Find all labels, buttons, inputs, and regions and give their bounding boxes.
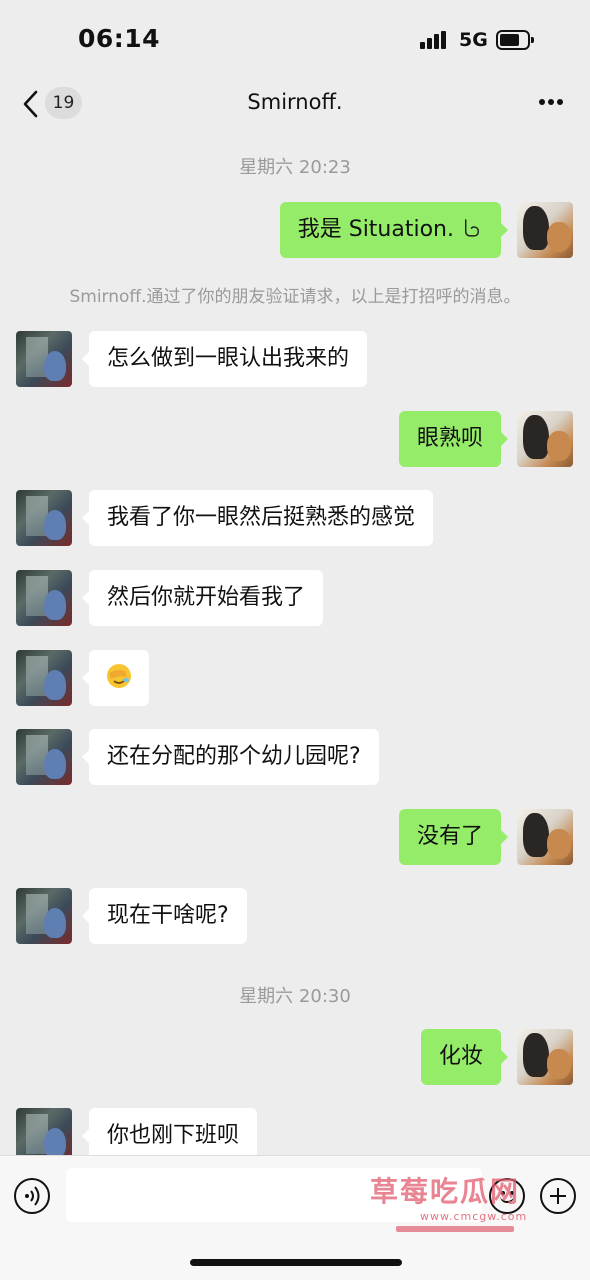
contact-avatar[interactable] [16, 570, 72, 626]
message-bubble-outgoing[interactable]: 没有了 [398, 809, 509, 865]
network-type: 5G [459, 29, 488, 51]
message-bubble-outgoing[interactable]: 化妆 [420, 1029, 509, 1085]
voice-icon [25, 1186, 40, 1206]
message-text: 没有了 [416, 824, 483, 849]
message-bubble-outgoing[interactable]: 我是 Situation. [279, 202, 509, 258]
contact-avatar[interactable] [16, 888, 72, 944]
hand-gesture-icon [465, 219, 479, 237]
message-bubble-outgoing[interactable]: 眼熟呗 [398, 411, 509, 467]
message-text: 眼熟呗 [416, 426, 483, 451]
message-bubble-incoming[interactable]: 我看了你一眼然后挺熟悉的感觉 [81, 490, 434, 546]
watermark-subtext: www.cmcgw.com [420, 1210, 528, 1223]
battery-icon [496, 30, 534, 50]
message-bubble-incoming[interactable] [82, 650, 149, 706]
message-text: 怎么做到一眼认出我来的 [107, 346, 350, 371]
facepalm-emoji-icon [107, 664, 131, 688]
message-bubble-incoming[interactable]: 现在干啥呢? [82, 888, 247, 944]
status-bar: 06:14 5G [0, 0, 590, 80]
contact-avatar[interactable] [16, 490, 72, 546]
message-bubble-incoming[interactable]: 然后你就开始看我了 [81, 570, 324, 626]
message-text: 你也刚下班呗 [107, 1123, 240, 1148]
message-bubble-incoming[interactable]: 怎么做到一眼认出我来的 [81, 331, 368, 387]
my-avatar[interactable] [517, 1029, 573, 1085]
message-text: 现在干啥呢? [107, 903, 229, 928]
message-text: 我看了你一眼然后挺熟悉的感觉 [107, 505, 416, 530]
chat-header: 19 Smirnoff. [0, 80, 590, 130]
chat-title: Smirnoff. [247, 90, 343, 114]
message-text: 还在分配的那个幼儿园呢? [107, 744, 361, 769]
more-options-icon[interactable] [536, 99, 566, 107]
my-avatar[interactable] [517, 809, 573, 865]
timestamp: 星期六 20:30 [239, 986, 351, 1007]
message-bubble-incoming[interactable]: 你也刚下班呗 [81, 1108, 258, 1155]
message-text: 化妆 [438, 1044, 483, 1069]
message-text: 然后你就开始看我了 [107, 585, 306, 610]
message-text: 我是 Situation. [297, 217, 454, 242]
my-avatar[interactable] [517, 202, 573, 258]
chat-area[interactable]: 星期六 20:23 我是 Situation. Smirnoff.通过了你的朋友… [0, 140, 590, 1155]
watermark: 草莓吃瓜网 www.cmcgw.com [360, 1170, 585, 1232]
contact-avatar[interactable] [16, 650, 72, 706]
system-message: Smirnoff.通过了你的朋友验证请求，以上是打招呼的消息。 [69, 287, 521, 307]
signal-icon [420, 31, 450, 49]
contact-avatar[interactable] [16, 331, 72, 387]
home-indicator [190, 1259, 402, 1266]
watermark-text: 草莓吃瓜网 [370, 1175, 521, 1208]
contact-avatar[interactable] [16, 1108, 72, 1155]
watermark-bar [396, 1226, 514, 1232]
timestamp: 星期六 20:23 [239, 157, 351, 178]
message-bubble-incoming[interactable]: 还在分配的那个幼儿园呢? [82, 729, 379, 785]
voice-input-button[interactable] [14, 1178, 50, 1214]
status-time: 06:14 [78, 24, 161, 53]
my-avatar[interactable] [517, 411, 573, 467]
contact-avatar[interactable] [16, 729, 72, 785]
